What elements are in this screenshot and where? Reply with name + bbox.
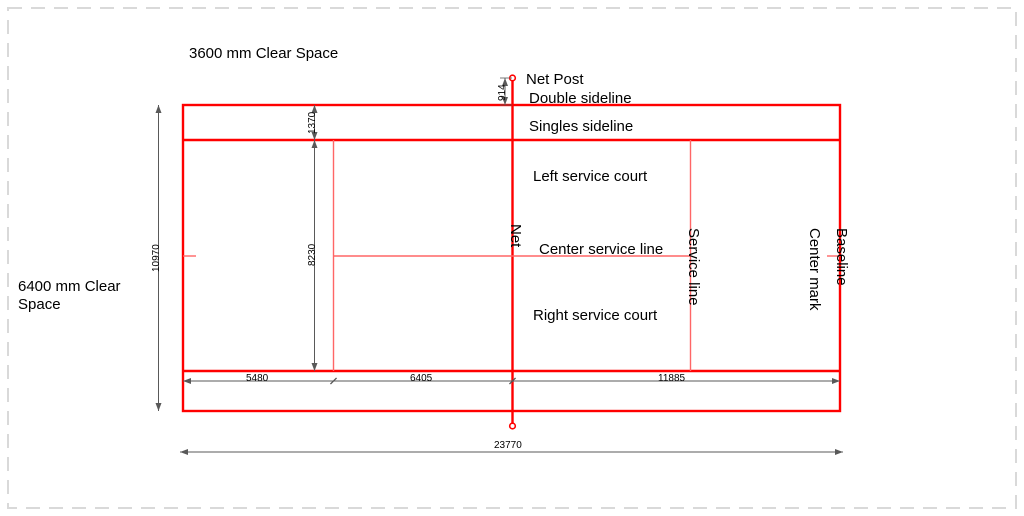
right-service-court-label: Right service court [533, 307, 658, 324]
clear-space-top-label: 3600 mm Clear Space [189, 45, 339, 62]
center-service-line-label: Center service line [539, 241, 664, 258]
net-post-label: Net Post [526, 71, 584, 88]
dim-23770-text: 23770 [494, 440, 522, 451]
dim-1370-text: 1370 [307, 111, 318, 134]
baseline-label: Baseline [833, 228, 850, 286]
clear-space-left-label-line1: 6400 mm Clear [18, 278, 121, 295]
clear-space-left-label-line2: Space [18, 296, 61, 313]
dim-914-text: 914 [497, 84, 508, 101]
dim-8230-text: 8230 [307, 243, 318, 266]
service-line-label: Service line [685, 228, 702, 306]
net-post-bottom-marker [508, 422, 517, 430]
tennis-court-diagram: 3600 mm Clear Space 6400 mm Clear Space … [0, 0, 1024, 516]
singles-sideline-label: Singles sideline [529, 118, 634, 135]
center-mark-label: Center mark [806, 228, 823, 311]
dim-5480-text: 5480 [246, 373, 269, 384]
dim-11885-text: 11885 [658, 373, 686, 384]
dim-10970-text: 10970 [151, 244, 162, 272]
net-label: Net [507, 224, 524, 248]
double-sideline-label: Double sideline [529, 90, 632, 107]
left-service-court-label: Left service court [533, 168, 648, 185]
dim-6405-text: 6405 [410, 373, 433, 384]
